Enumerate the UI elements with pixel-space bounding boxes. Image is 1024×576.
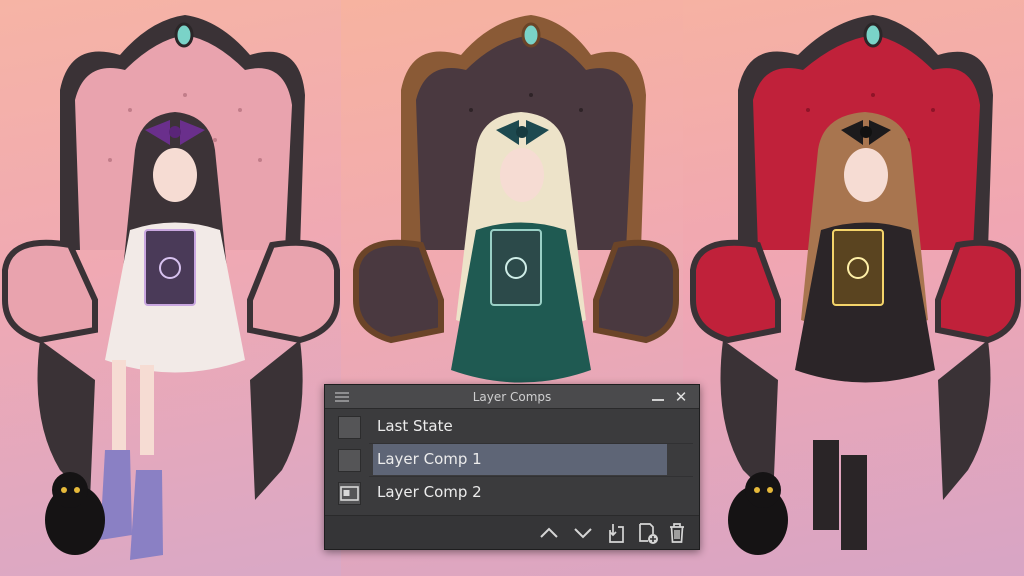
comp-label: Layer Comp 2	[377, 483, 482, 501]
apply-comp-checkbox[interactable]	[338, 416, 361, 439]
panel-toolbar	[325, 515, 699, 549]
illustration-red-chair	[683, 0, 1024, 576]
new-comp-icon[interactable]	[636, 521, 660, 545]
delete-icon[interactable]	[665, 521, 689, 545]
comp-label: Layer Comp 1	[373, 444, 667, 475]
list-item-last-state[interactable]: Last State	[331, 411, 693, 444]
move-up-icon[interactable]	[537, 521, 561, 545]
panel-titlebar[interactable]: Layer Comps ✕	[325, 385, 699, 409]
pink-chair-artwork	[1, 15, 340, 560]
move-down-icon[interactable]	[571, 521, 595, 545]
layer-comps-panel: Layer Comps ✕ Last State Layer Comp 1 La…	[324, 384, 700, 550]
close-icon[interactable]: ✕	[673, 389, 689, 405]
minimize-icon[interactable]	[651, 389, 665, 403]
panel-title: Layer Comps	[472, 390, 552, 404]
apply-comp-checkbox[interactable]	[338, 449, 361, 472]
apply-comp-icon[interactable]	[604, 521, 628, 545]
layer-comps-list: Last State Layer Comp 1 Layer Comp 2	[331, 411, 693, 510]
comp-label: Last State	[377, 417, 453, 435]
red-chair-artwork	[690, 15, 1021, 555]
list-item-layer-comp-2[interactable]: Layer Comp 2	[331, 477, 693, 510]
applied-comp-icon[interactable]	[338, 482, 361, 505]
illustration-pink-chair	[0, 0, 341, 576]
list-item-layer-comp-1[interactable]: Layer Comp 1	[331, 444, 693, 477]
